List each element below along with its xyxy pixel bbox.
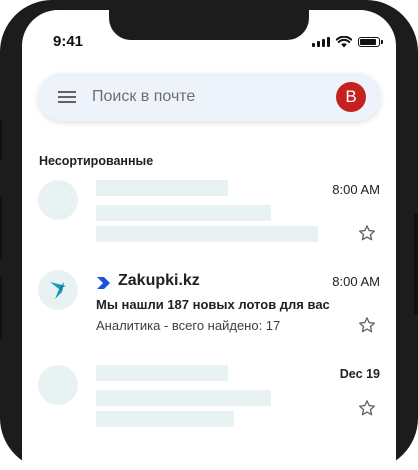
avatar-placeholder <box>38 365 78 405</box>
skeleton-line <box>96 365 228 381</box>
section-title: Несортированные <box>39 154 154 168</box>
search-input[interactable] <box>92 87 312 107</box>
phone-volume-up-button <box>0 196 2 260</box>
star-icon[interactable] <box>358 399 376 417</box>
avatar-placeholder <box>38 180 78 220</box>
account-avatar[interactable]: B <box>336 82 366 112</box>
skeleton-line <box>96 205 271 221</box>
battery-icon <box>358 37 383 47</box>
list-item[interactable]: Zakupki.kz 8:00 AM Мы нашли 187 новых ло… <box>22 270 396 350</box>
status-time: 9:41 <box>53 33 84 50</box>
phone-side-button <box>0 120 2 160</box>
star-icon[interactable] <box>358 224 376 242</box>
sender-avatar <box>38 270 78 310</box>
bird-logo-icon <box>50 282 66 299</box>
skeleton-line <box>96 180 228 196</box>
chevron-right-icon <box>97 277 110 289</box>
phone-screen: 9:41 B Несортированные 8:00 AM <box>22 10 396 470</box>
menu-icon[interactable] <box>58 91 76 103</box>
item-time: 8:00 AM <box>332 274 380 289</box>
sender-name: Zakupki.kz <box>118 272 200 289</box>
search-bar[interactable]: B <box>38 73 381 121</box>
item-time: 8:00 AM <box>332 182 380 197</box>
wifi-icon <box>336 36 352 48</box>
status-icons <box>312 36 383 48</box>
email-subject: Мы нашли 187 новых лотов для вас <box>96 297 330 312</box>
star-icon[interactable] <box>358 316 376 334</box>
email-snippet: Аналитика - всего найдено: 17 <box>96 318 281 333</box>
phone-power-button <box>414 214 418 314</box>
list-item[interactable]: 8:00 AM <box>22 180 396 260</box>
signal-icon <box>312 37 330 47</box>
skeleton-line <box>96 226 318 242</box>
list-item[interactable]: Dec 19 <box>22 365 396 445</box>
item-time: Dec 19 <box>339 367 380 381</box>
skeleton-line <box>96 411 234 427</box>
skeleton-line <box>96 390 271 406</box>
phone-volume-down-button <box>0 276 2 340</box>
phone-notch <box>109 10 309 40</box>
